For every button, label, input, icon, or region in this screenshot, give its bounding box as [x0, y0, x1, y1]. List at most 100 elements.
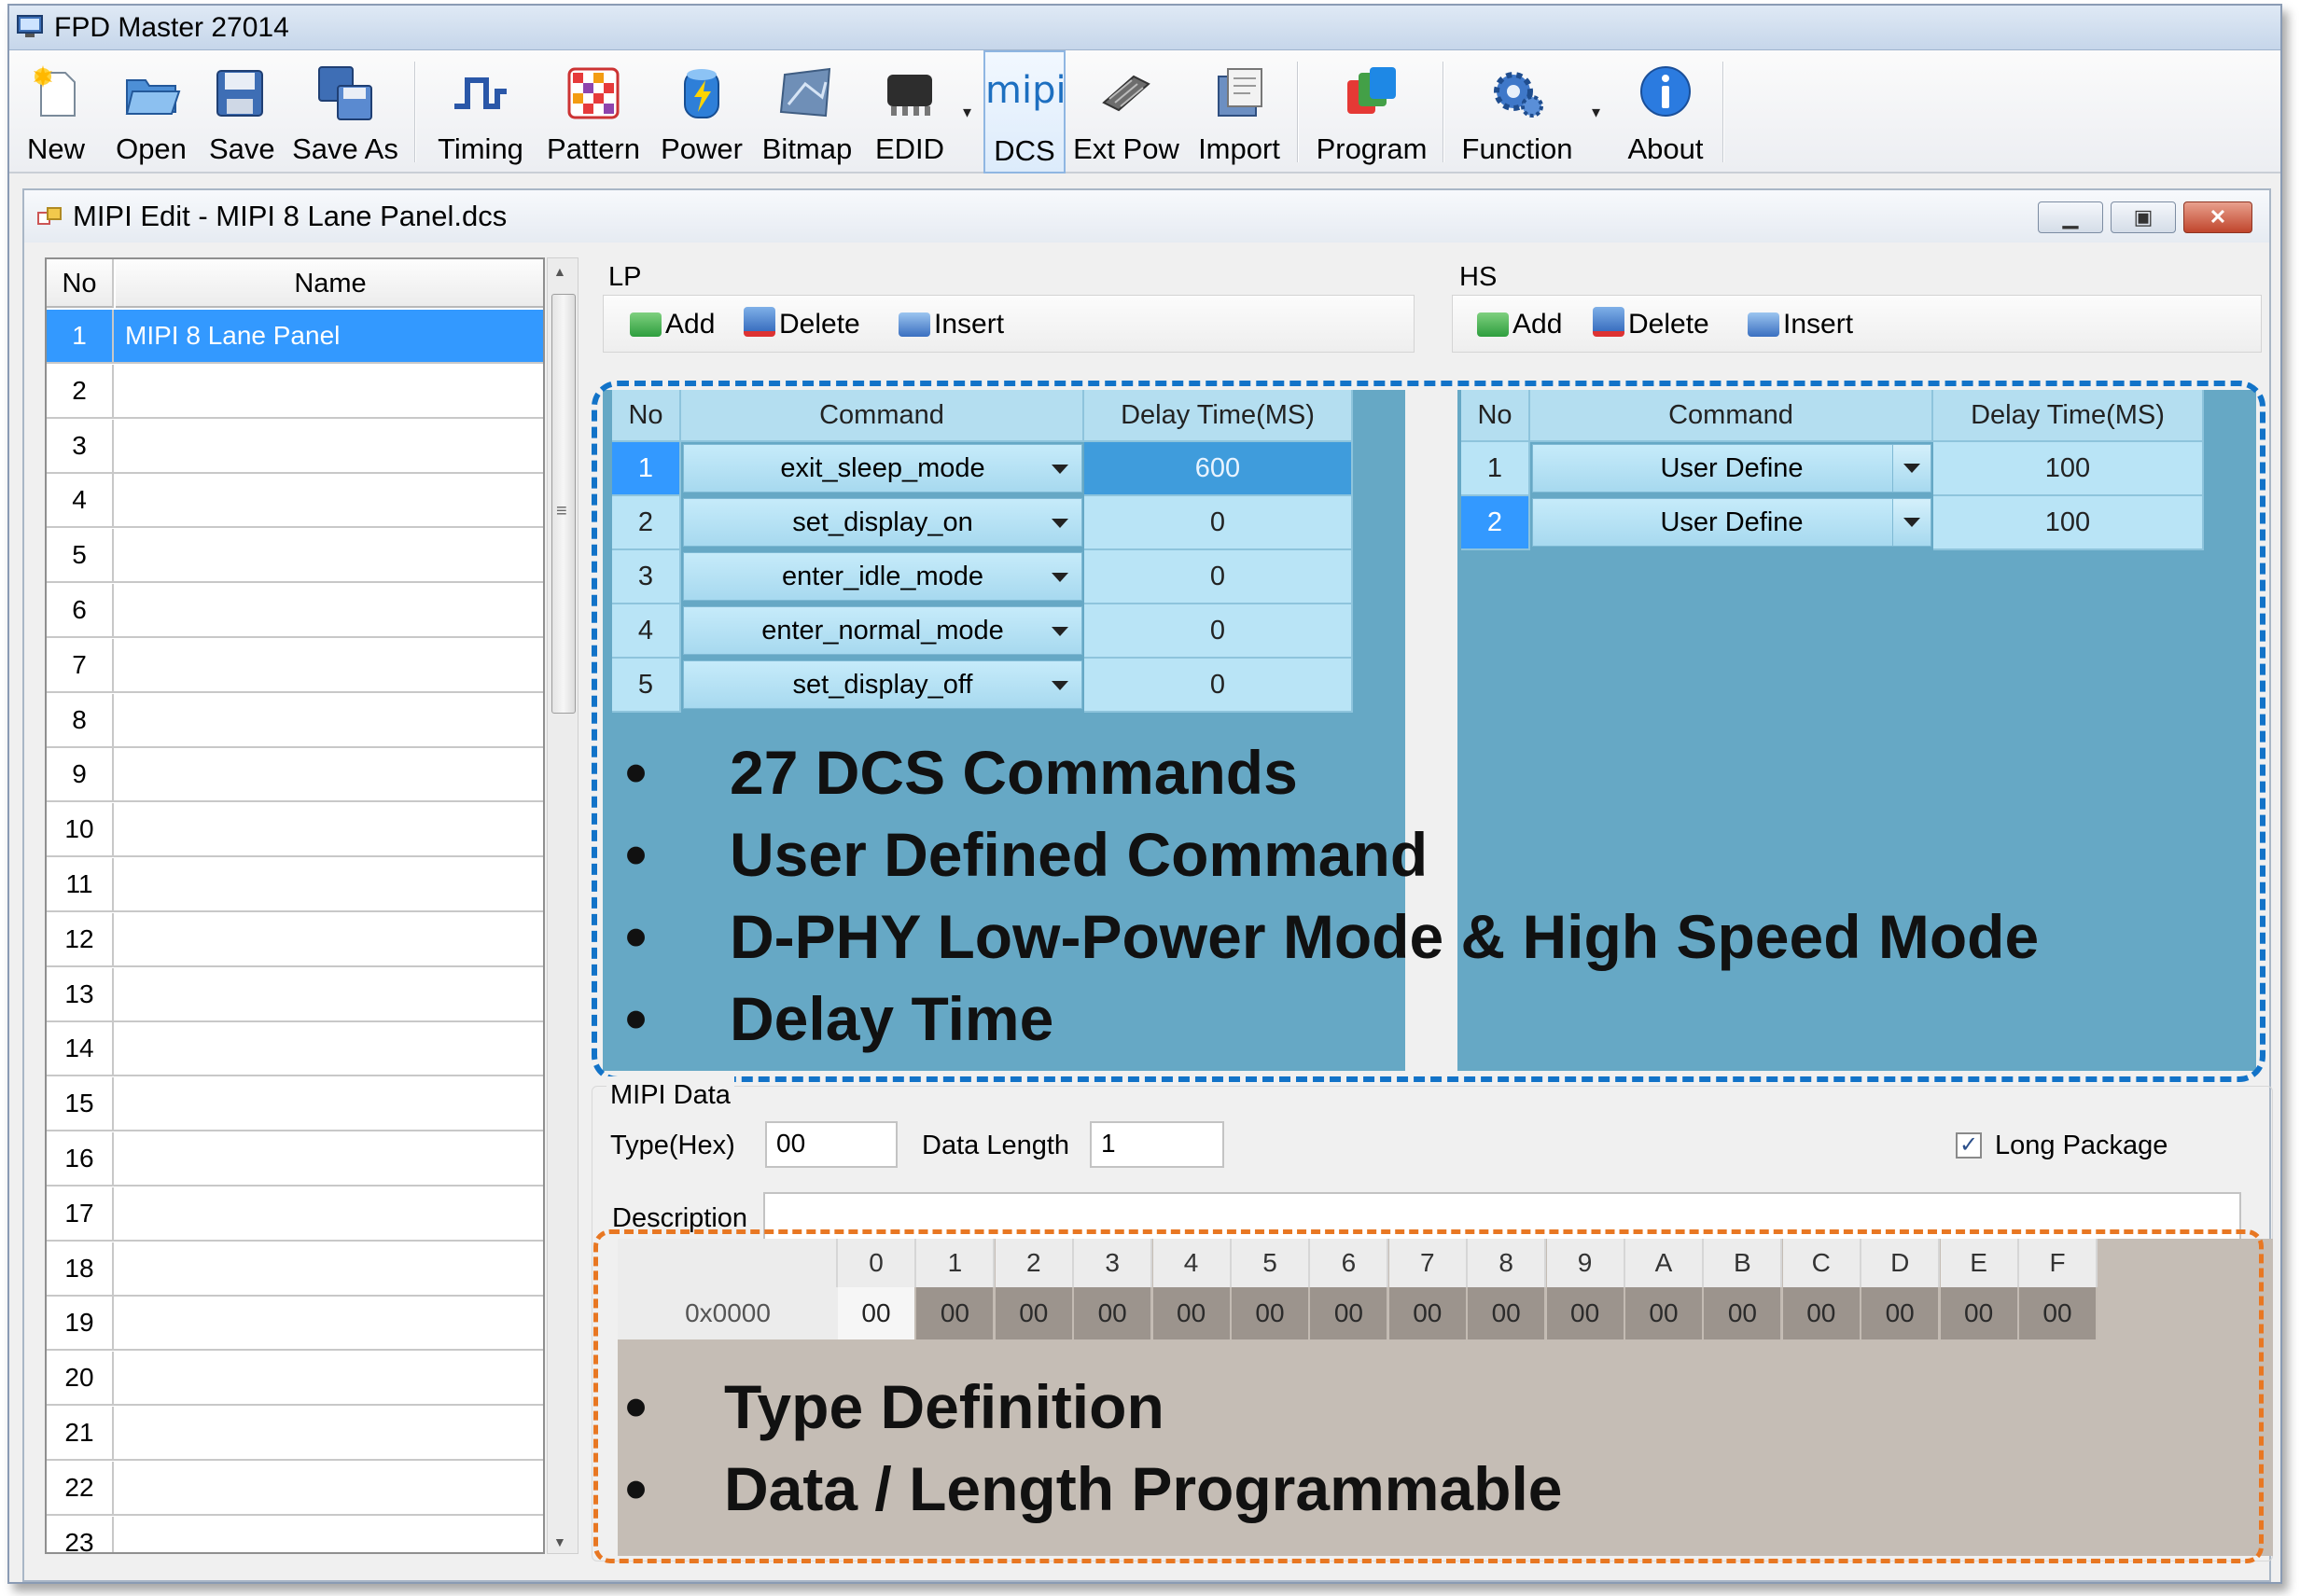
panel-list-row[interactable]: 19	[47, 1297, 543, 1352]
lp-insert-button[interactable]: Insert	[899, 307, 1004, 342]
panel-name-cell[interactable]	[116, 474, 543, 526]
panel-list-row[interactable]: 18	[47, 1242, 543, 1297]
panel-list-row[interactable]: 17	[47, 1187, 543, 1242]
bitmap-button[interactable]: Bitmap	[756, 50, 858, 173]
panel-name-cell[interactable]	[116, 694, 543, 746]
lp-add-button[interactable]: Add	[630, 307, 715, 342]
panel-name-cell[interactable]: MIPI 8 Lane Panel	[116, 310, 543, 362]
grip-icon: ≡	[556, 501, 567, 521]
row-number-cell: 2	[47, 364, 114, 417]
panel-name-cell[interactable]	[116, 913, 543, 965]
panel-name-cell[interactable]	[116, 1517, 543, 1552]
panel-list-row[interactable]: 11	[47, 858, 543, 912]
hs-add-button[interactable]: Add	[1477, 307, 1562, 342]
callout-bullet: • Data / Length Programmable	[625, 1454, 1563, 1523]
new-button[interactable]: New	[22, 50, 90, 173]
panel-name-cell[interactable]	[116, 1242, 543, 1295]
column-header-name[interactable]: Name	[116, 259, 543, 308]
pattern-button[interactable]: Pattern	[541, 50, 646, 173]
panel-list-scrollbar[interactable]: ▲ ≡ ▼	[547, 257, 578, 1554]
panel-list-row[interactable]: 15	[47, 1077, 543, 1132]
row-number-cell: 10	[47, 803, 114, 856]
panel-name-cell[interactable]	[116, 584, 543, 636]
minimize-button[interactable]: ▁	[2038, 201, 2103, 233]
lp-delete-button[interactable]: Delete	[744, 307, 860, 342]
panel-list-row[interactable]: 1 MIPI 8 Lane Panel	[47, 310, 543, 364]
panel-name-cell[interactable]	[116, 1407, 543, 1459]
panel-list-row[interactable]: 2	[47, 364, 543, 419]
close-button[interactable]: ✕	[2183, 201, 2252, 233]
panel-name-cell[interactable]	[116, 639, 543, 691]
panel-name-cell[interactable]	[116, 803, 543, 855]
about-button[interactable]: About	[1616, 50, 1715, 173]
child-title-bar: MIPI Edit - MIPI 8 Lane Panel.dcs ▁ ▣ ✕	[24, 190, 2269, 243]
row-number-cell: 11	[47, 858, 114, 910]
save-as-button[interactable]: Save As	[291, 50, 399, 173]
panel-list-row[interactable]: 23	[47, 1516, 543, 1552]
bitmap-icon	[779, 67, 831, 118]
panel-list-row[interactable]: 10	[47, 803, 543, 858]
panel-name-cell[interactable]	[116, 1352, 543, 1404]
row-number-cell: 12	[47, 912, 114, 965]
panel-name-cell[interactable]	[116, 529, 543, 581]
panel-list-row[interactable]: 20	[47, 1352, 543, 1407]
column-header-no[interactable]: No	[47, 259, 114, 308]
panel-list-row[interactable]: 12	[47, 912, 543, 967]
panel-list-row[interactable]: 21	[47, 1407, 543, 1461]
save-button[interactable]: Save	[209, 50, 275, 173]
panel-list-row[interactable]: 9	[47, 748, 543, 803]
panel-list-row[interactable]: 8	[47, 693, 543, 748]
import-button[interactable]: Import	[1191, 50, 1288, 173]
mipi-logo-icon: mipi	[985, 69, 1066, 112]
panel-list-row[interactable]: 16	[47, 1132, 543, 1187]
program-button[interactable]: Program	[1312, 50, 1431, 173]
waveform-icon	[454, 77, 507, 109]
power-button[interactable]: Power	[655, 50, 748, 173]
panel-name-cell[interactable]	[116, 1022, 543, 1075]
dcs-button[interactable]: mipi DCS	[983, 50, 1066, 173]
hs-insert-button[interactable]: Insert	[1748, 307, 1853, 342]
panel-name-cell[interactable]	[116, 365, 543, 417]
panel-name-cell[interactable]	[116, 420, 543, 472]
panel-list-row[interactable]: 13	[47, 967, 543, 1022]
panel-list-row[interactable]: 6	[47, 584, 543, 638]
lp-group-label: LP	[608, 262, 642, 292]
panel-name-cell[interactable]	[116, 1297, 543, 1349]
data-length-input[interactable]: 1	[1090, 1121, 1224, 1168]
panel-name-cell[interactable]	[116, 1187, 543, 1240]
open-button[interactable]: Open	[114, 50, 188, 173]
panel-name-cell[interactable]	[116, 1132, 543, 1185]
panel-name-cell[interactable]	[116, 968, 543, 1020]
edid-button[interactable]: EDID	[868, 50, 952, 173]
panel-list-row[interactable]: 7	[47, 638, 543, 693]
row-number-cell: 1	[47, 310, 114, 362]
panel-list-row[interactable]: 14	[47, 1022, 543, 1077]
panel-list-row[interactable]: 3	[47, 419, 543, 474]
panel-name-cell[interactable]	[116, 1077, 543, 1130]
ext-pow-button[interactable]: Ext Pow	[1073, 50, 1179, 173]
panel-list-row[interactable]: 22	[47, 1461, 543, 1516]
callout-bullet: • Delay Time	[625, 984, 1054, 1053]
hs-delete-button[interactable]: Delete	[1593, 307, 1709, 342]
panel-list-row[interactable]: 5	[47, 529, 543, 584]
scroll-up-icon[interactable]: ▲	[553, 264, 566, 279]
function-dropdown-arrow-icon[interactable]: ▾	[1592, 103, 1600, 122]
save-as-icon	[318, 66, 372, 120]
panel-list-row[interactable]: 4	[47, 474, 543, 529]
panel-name-cell[interactable]	[116, 858, 543, 910]
function-button[interactable]: Function	[1457, 50, 1577, 173]
edid-dropdown-arrow-icon[interactable]: ▾	[963, 103, 971, 122]
restore-button[interactable]: ▣	[2111, 201, 2176, 233]
panel-name-cell[interactable]	[116, 748, 543, 800]
floppy-disk-icon	[216, 70, 263, 117]
panel-list-table: No Name 1 MIPI 8 Lane Panel 2 3 4 5 6 7 8 9 10 11 12…	[45, 257, 545, 1554]
toolbar-separator	[1722, 62, 1724, 162]
timing-button[interactable]: Timing	[429, 50, 532, 173]
type-hex-input[interactable]: 00	[765, 1121, 898, 1168]
scroll-down-icon[interactable]: ▼	[553, 1534, 566, 1549]
long-package-checkbox[interactable]: ✓	[1956, 1132, 1982, 1159]
color-pattern-icon	[567, 67, 620, 119]
long-package-label: Long Package	[1995, 1131, 2168, 1160]
panel-name-cell[interactable]	[116, 1462, 543, 1514]
callout-bullet: • Type Definition	[625, 1372, 1164, 1441]
